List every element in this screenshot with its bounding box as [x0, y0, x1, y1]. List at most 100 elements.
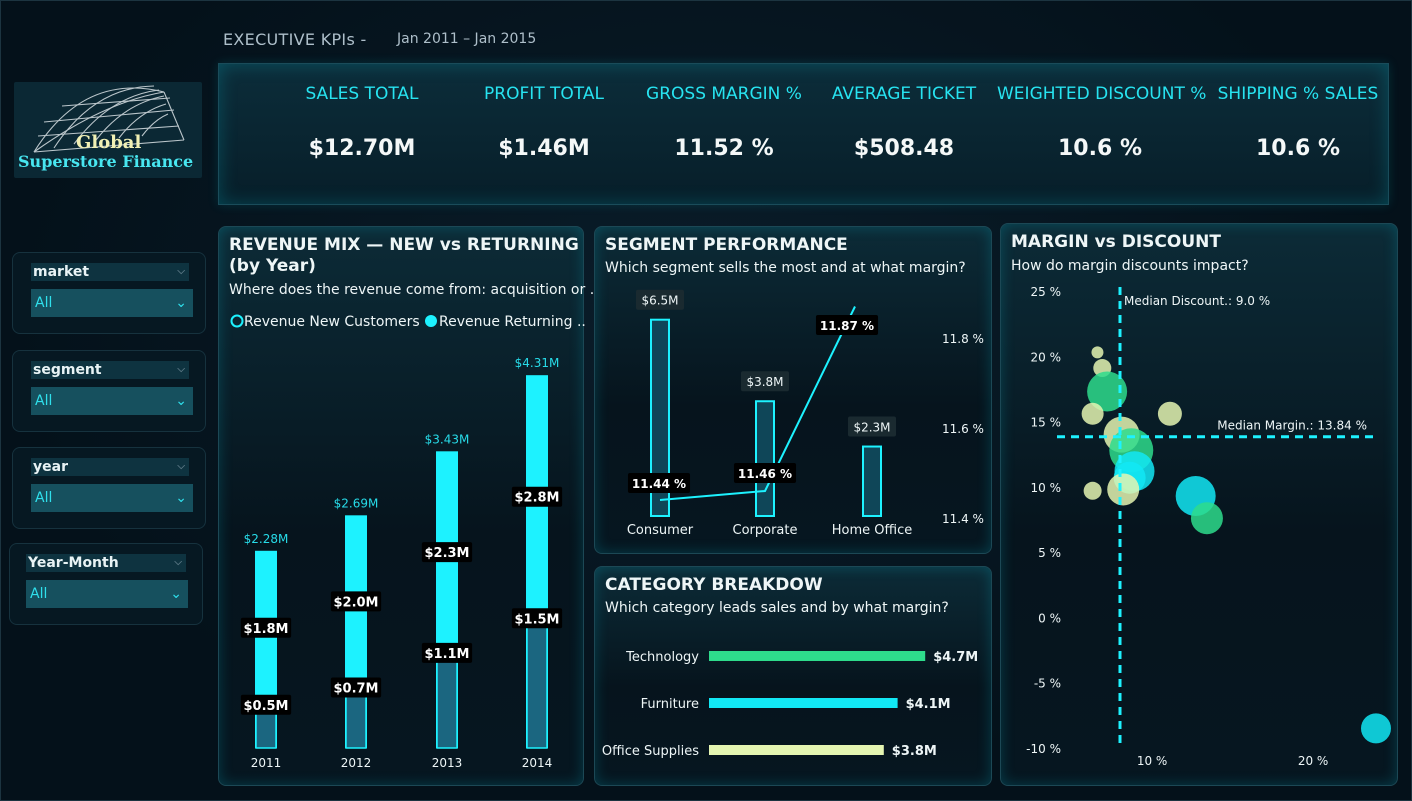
market-dropdown[interactable]: All ⌄	[31, 289, 193, 317]
y-tick-label: 15 %	[1031, 416, 1062, 430]
kpi-value: $12.70M	[308, 136, 416, 161]
y-tick-label: 25 %	[1031, 285, 1062, 299]
dropdown-value: All	[35, 295, 53, 311]
scatter-point	[1360, 713, 1391, 744]
segment-value-label: $3.8M	[746, 375, 783, 389]
x-tick-label: 2014	[522, 756, 553, 770]
slicer-title: year ⌵	[31, 458, 189, 476]
kpi-label: WEIGHTED DISCOUNT %	[997, 84, 1207, 104]
slicer-year-month: Year-Month ⌵ All ⌄	[9, 543, 203, 625]
chevron-down-icon[interactable]: ⌄	[170, 580, 182, 608]
scatter-point	[1107, 473, 1140, 506]
chevron-down-icon[interactable]: ⌵	[177, 361, 185, 379]
x-tick-label: Consumer	[627, 523, 694, 538]
dropdown-value: All	[35, 490, 53, 506]
x-tick-label: Home Office	[832, 523, 912, 538]
legend-marker-returning	[425, 315, 437, 327]
segment-bar	[755, 400, 775, 518]
scatter-point	[1083, 481, 1102, 500]
chevron-down-icon[interactable]: ⌵	[177, 458, 185, 476]
slicer-title: Year-Month ⌵	[26, 554, 186, 572]
x-tick-label: 2011	[251, 756, 282, 770]
margin-discount-card: MARGIN vs DISCOUNT How do margin discoun…	[1000, 223, 1398, 786]
bar-total-label: $4.31M	[515, 356, 560, 370]
y-tick-label: 5 %	[1038, 546, 1061, 560]
kpi-shipping-sales: SHIPPING % SALES 10.6 %	[1213, 64, 1383, 206]
median-discount-label: Median Discount.: 9.0 %	[1124, 294, 1270, 308]
chevron-down-icon[interactable]: ⌄	[175, 484, 187, 512]
chevron-down-icon[interactable]: ⌄	[175, 387, 187, 415]
category-value-label: $4.7M	[933, 650, 978, 665]
scatter-point	[1157, 401, 1182, 426]
bar-new	[526, 617, 548, 749]
kpi-gross-margin: GROSS MARGIN % 11.52 %	[644, 64, 804, 206]
slicer-title-text: year	[33, 459, 68, 475]
label-returning: $2.0M	[333, 595, 378, 610]
logo-line-2: Superstore Finance	[18, 152, 194, 171]
date-range: Jan 2011 – Jan 2015	[397, 31, 537, 47]
year-dropdown[interactable]: All ⌄	[31, 484, 193, 512]
kpi-weighted-discount: WEIGHTED DISCOUNT % 10.6 %	[997, 64, 1207, 206]
y2-tick-label: 11.6 %	[942, 422, 984, 436]
x-tick-label: 2013	[432, 756, 463, 770]
dropdown-value: All	[30, 586, 48, 602]
category-value-label: $3.8M	[892, 744, 937, 759]
kpi-label: SALES TOTAL	[305, 84, 419, 104]
segment-bar	[862, 445, 882, 517]
x-tick-label: 10 %	[1137, 754, 1168, 768]
label-returning: $2.8M	[514, 491, 559, 506]
label-new: $0.5M	[243, 699, 288, 714]
median-margin-label: Median Margin.: 13.84 %	[1217, 419, 1367, 433]
slicer-title: market ⌵	[31, 263, 189, 281]
kpi-value: 10.6 %	[1058, 136, 1142, 161]
kpi-value: 10.6 %	[1256, 136, 1340, 161]
kpi-label: GROSS MARGIN %	[646, 84, 802, 104]
category-bar	[709, 651, 926, 661]
revenue-mix-chart: Revenue New Customers Revenue Returning …	[230, 314, 585, 770]
chevron-down-icon[interactable]: ⌵	[174, 554, 182, 572]
y-tick-label: Office Supplies	[602, 744, 699, 759]
category-bar	[709, 698, 898, 708]
segment-performance-card: SEGMENT PERFORMANCE Which segment sells …	[594, 226, 992, 554]
kpi-label: AVERAGE TICKET	[831, 84, 977, 104]
margin-label: 11.44 %	[632, 477, 686, 491]
page-title: EXECUTIVE KPIs -	[223, 30, 367, 49]
y-tick-label: 0 %	[1038, 611, 1061, 625]
slicer-title: segment ⌵	[31, 361, 189, 379]
y2-tick-label: 11.8 %	[942, 332, 984, 346]
logo: Global Superstore Finance	[14, 82, 202, 178]
slicer-market: market ⌵ All ⌄	[12, 252, 206, 334]
label-new: $0.7M	[333, 681, 378, 696]
x-tick-label: 2012	[341, 756, 372, 770]
bar-total-label: $2.69M	[334, 496, 379, 510]
y-tick-label: -10 %	[1026, 742, 1061, 756]
category-bar	[709, 745, 884, 755]
y-tick-label: Furniture	[641, 697, 699, 712]
segment-value-label: $2.3M	[853, 421, 890, 435]
kpi-value: $1.46M	[498, 136, 590, 161]
legend-label-new: Revenue New Customers	[244, 314, 420, 330]
slicer-title-text: market	[33, 264, 90, 280]
legend-label-returning: Revenue Returning ...	[439, 314, 585, 330]
y-tick-label: 20 %	[1031, 350, 1062, 364]
scatter-point	[1081, 402, 1104, 425]
bar-total-label: $3.43M	[425, 432, 470, 446]
x-tick-label: 20 %	[1298, 754, 1329, 768]
kpi-value: 11.52 %	[674, 136, 774, 161]
dropdown-value: All	[35, 393, 53, 409]
category-value-label: $4.1M	[906, 697, 951, 712]
kpi-label: SHIPPING % SALES	[1217, 84, 1379, 104]
chevron-down-icon[interactable]: ⌄	[175, 289, 187, 317]
kpi-average-ticket: AVERAGE TICKET $508.48	[824, 64, 984, 206]
kpi-value: $508.48	[853, 136, 955, 161]
y2-tick-label: 11.4 %	[942, 512, 984, 526]
y-tick-label: -5 %	[1034, 677, 1061, 691]
margin-label: 11.46 %	[738, 467, 792, 481]
bar-new	[436, 652, 458, 749]
year-month-dropdown[interactable]: All ⌄	[26, 580, 188, 608]
scatter-point	[1091, 346, 1104, 359]
chevron-down-icon[interactable]: ⌵	[177, 263, 185, 281]
y-tick-label: 10 %	[1031, 481, 1062, 495]
segment-dropdown[interactable]: All ⌄	[31, 387, 193, 415]
slicer-segment: segment ⌵ All ⌄	[12, 350, 206, 432]
